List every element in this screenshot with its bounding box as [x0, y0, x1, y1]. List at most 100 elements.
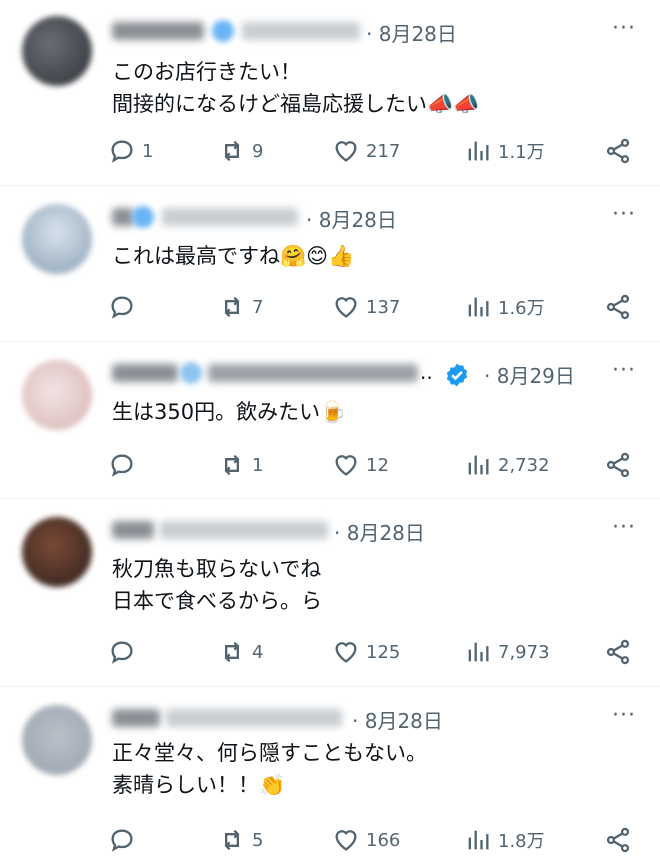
- reply-button[interactable]: [108, 290, 142, 324]
- avatar[interactable]: [22, 204, 92, 274]
- reply-icon: [111, 296, 133, 319]
- avatar[interactable]: [22, 517, 92, 587]
- reply-icon: [111, 641, 133, 664]
- view-count: 1.6万: [498, 298, 545, 319]
- retweet-icon: [224, 296, 240, 318]
- tweet-text-line: これは最高ですね🤗😊👍: [112, 244, 355, 268]
- display-name-blurred[interactable]: [112, 521, 154, 539]
- tweet-actions: 1 12 2,732: [108, 448, 638, 482]
- tweet[interactable]: · 8月28日 ··· このお店行きたい！ 間接的になるけど福島応援したい📣📣 …: [0, 0, 660, 186]
- retweet-button[interactable]: 4: [218, 635, 263, 669]
- tweet-text: 生は350円。飲みたい🍺: [112, 396, 346, 428]
- more-options-button[interactable]: ···: [612, 202, 636, 227]
- share-button[interactable]: [604, 823, 632, 857]
- display-name-blurred[interactable]: [112, 709, 160, 727]
- reply-icon: [111, 454, 133, 477]
- like-button[interactable]: 12: [332, 448, 389, 482]
- tweet[interactable]: .. · 8月29日 ··· 生は350円。飲みたい🍺 1 12 2,732: [0, 342, 660, 499]
- username-blurred[interactable]: [166, 709, 342, 727]
- views-button[interactable]: 1.8万: [464, 823, 545, 857]
- tweet-text: 秋刀魚も取らないでね 日本で食べるから。ら: [112, 553, 322, 617]
- tweet-date[interactable]: · 8月28日: [334, 517, 425, 546]
- tweet[interactable]: · 8月28日 ··· これは最高ですね🤗😊👍 7 137 1.6万: [0, 186, 660, 342]
- verified-badge-icon: [446, 363, 468, 387]
- reply-button[interactable]: [108, 635, 142, 669]
- retweet-count: 5: [252, 829, 264, 851]
- like-button[interactable]: 125: [332, 635, 400, 669]
- like-button[interactable]: 166: [332, 823, 400, 857]
- share-button[interactable]: [604, 290, 632, 324]
- date-separator: ·: [366, 22, 379, 46]
- display-name-blurred[interactable]: [112, 364, 178, 382]
- views-button[interactable]: 1.6万: [464, 290, 545, 324]
- name-ellipsis: ..: [420, 360, 433, 384]
- retweet-button[interactable]: 1: [218, 448, 263, 482]
- reply-button[interactable]: [108, 823, 142, 857]
- reply-button[interactable]: [108, 448, 142, 482]
- like-count: 125: [366, 641, 401, 663]
- more-options-button[interactable]: ···: [612, 515, 636, 540]
- display-name-blurred[interactable]: [112, 208, 134, 226]
- tweet-text-line: 日本で食べるから。ら: [112, 589, 322, 613]
- retweet-button[interactable]: 9: [218, 134, 263, 168]
- like-button[interactable]: 217: [332, 134, 400, 168]
- heart-icon: [335, 141, 357, 162]
- views-button[interactable]: 7,973: [464, 635, 550, 669]
- tweet-actions: 7 137 1.6万: [108, 290, 638, 324]
- views-button[interactable]: 1.1万: [464, 134, 545, 168]
- verified-badge-blurred: [212, 20, 234, 42]
- retweet-button[interactable]: 5: [218, 823, 263, 857]
- tweet-text-line: 間接的になるけど福島応援したい📣📣: [112, 92, 480, 116]
- more-options-button[interactable]: ···: [612, 16, 636, 41]
- view-count: 7,973: [498, 641, 550, 663]
- tweet-date[interactable]: · 8月28日: [306, 204, 397, 233]
- retweet-button[interactable]: 7: [218, 290, 263, 324]
- views-icon: [468, 830, 489, 850]
- more-options-button[interactable]: ···: [612, 703, 636, 728]
- like-count: 137: [366, 296, 401, 318]
- retweet-icon: [224, 641, 240, 663]
- heart-icon: [335, 642, 357, 663]
- share-button[interactable]: [604, 635, 632, 669]
- username-blurred[interactable]: [162, 208, 298, 226]
- reply-count: 1: [142, 140, 154, 162]
- date-separator: ·: [306, 208, 319, 232]
- tweet-actions: 4 125 7,973: [108, 635, 638, 669]
- tweet[interactable]: · 8月28日 ··· 秋刀魚も取らないでね 日本で食べるから。ら 4 125 …: [0, 499, 660, 687]
- tweet-text-line: 生は350円。飲みたい🍺: [112, 400, 347, 424]
- share-button[interactable]: [604, 448, 632, 482]
- tweet-date[interactable]: · 8月29日: [484, 360, 575, 389]
- share-icon: [606, 452, 630, 478]
- more-options-button[interactable]: ···: [612, 358, 636, 383]
- avatar[interactable]: [22, 360, 92, 430]
- retweet-count: 1: [252, 454, 264, 476]
- like-count: 166: [366, 829, 401, 851]
- tweet-text-line: このお店行きたい！: [112, 60, 301, 84]
- reply-icon: [111, 140, 133, 163]
- tweet-actions: 5 166 1.8万: [108, 823, 638, 857]
- tweet[interactable]: · 8月28日 ··· 正々堂々、何ら隠すこともない。 素晴らしい！！👏 5 1…: [0, 687, 660, 866]
- avatar[interactable]: [22, 16, 92, 86]
- tweet-text-line: 正々堂々、何ら隠すこともない。: [112, 741, 427, 765]
- display-name-blurred-2[interactable]: [208, 364, 418, 382]
- tweet-date[interactable]: · 8月28日: [366, 18, 457, 47]
- share-icon: [606, 294, 630, 320]
- avatar[interactable]: [22, 705, 92, 775]
- display-name-blurred[interactable]: [112, 22, 204, 40]
- date-separator: ·: [352, 709, 365, 733]
- like-button[interactable]: 137: [332, 290, 400, 324]
- tweet-date[interactable]: · 8月28日: [352, 705, 443, 734]
- retweet-icon: [224, 829, 240, 851]
- views-icon: [468, 141, 489, 161]
- reply-button[interactable]: 1: [108, 134, 153, 168]
- heart-icon: [335, 830, 357, 851]
- share-icon: [606, 138, 630, 164]
- username-blurred[interactable]: [160, 521, 328, 539]
- username-blurred[interactable]: [242, 22, 360, 40]
- like-count: 217: [366, 140, 401, 162]
- views-button[interactable]: 2,732: [464, 448, 550, 482]
- share-button[interactable]: [604, 134, 632, 168]
- view-count: 1.1万: [498, 142, 545, 163]
- heart-icon: [335, 455, 357, 476]
- tweet-text: 正々堂々、何ら隠すこともない。 素晴らしい！！👏: [112, 737, 427, 801]
